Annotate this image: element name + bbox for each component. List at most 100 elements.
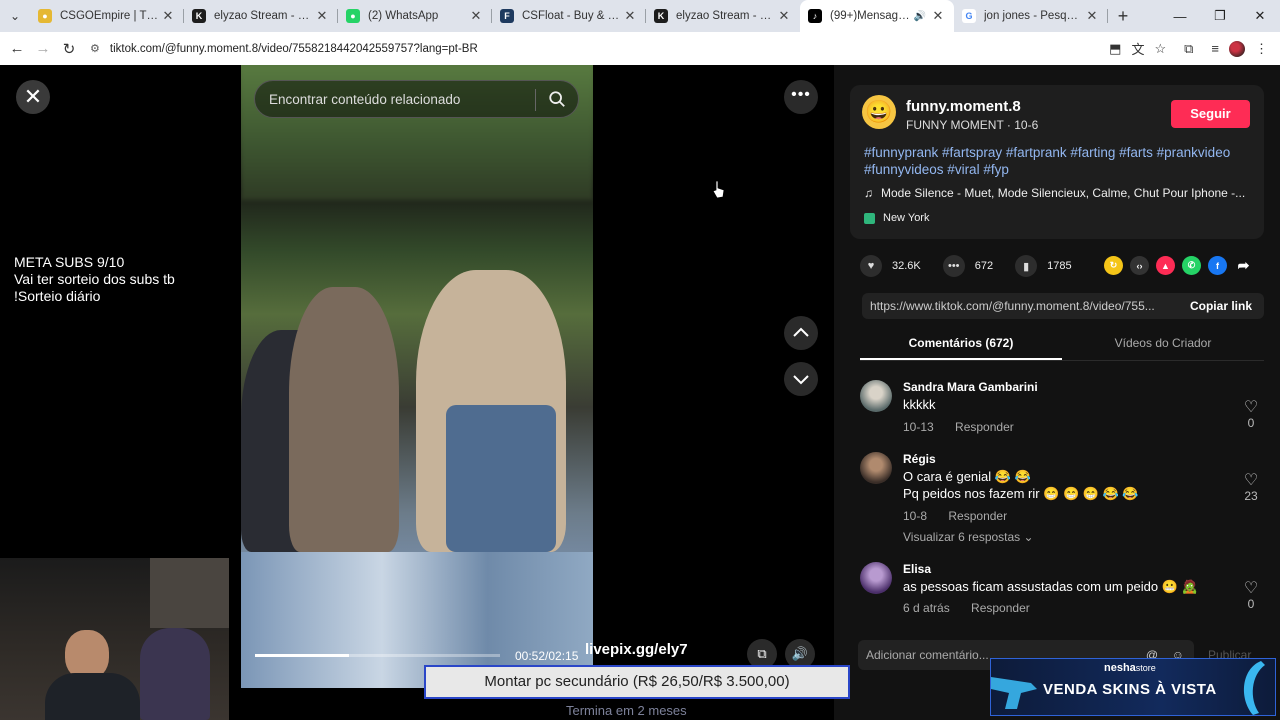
comment-like-button[interactable]: ♡ 0: [1238, 580, 1264, 612]
video-link[interactable]: https://www.tiktok.com/@funny.moment.8/v…: [862, 299, 1178, 313]
author-name[interactable]: funny.moment.8: [906, 98, 1021, 115]
comment-item: Régis O cara é genial 😂 😂 Pq peidos nos …: [860, 452, 1264, 547]
browser-tab[interactable]: ● CSGOEmpire | The most t✕: [30, 0, 184, 32]
commenter-avatar[interactable]: [860, 452, 892, 484]
livepix-link: livepix.gg/ely7: [585, 641, 688, 658]
commenter-avatar[interactable]: [860, 562, 892, 594]
tab-close-icon[interactable]: ✕: [468, 8, 484, 24]
copy-link-button[interactable]: Copiar link: [1178, 299, 1264, 313]
tab-close-icon[interactable]: ✕: [930, 8, 946, 24]
view-replies-button[interactable]: Visualizar 6 respostas ⌄: [903, 530, 1034, 544]
comment-like-count: 23: [1244, 489, 1258, 503]
site-info-icon[interactable]: ⚙: [90, 42, 100, 55]
chrome-menu-icon[interactable]: ⋮: [1255, 41, 1268, 57]
toolbar-actions: ⬒ 文 ☆ ⧉ ≡ ⋮: [1109, 39, 1268, 58]
commenter-name[interactable]: Sandra Mara Gambarini: [903, 380, 1038, 394]
tab-favicon-icon: F: [500, 9, 514, 23]
more-options-button[interactable]: •••: [784, 80, 818, 114]
browser-tab[interactable]: ♪ (99+)Mensagens | Tik🔊 ✕: [800, 0, 954, 32]
tab-close-icon[interactable]: ✕: [776, 8, 792, 24]
like-count: 32.6K: [892, 260, 921, 272]
heart-outline-icon: ♡: [1243, 472, 1259, 489]
tab-title: CSFloat - Buy & Sell CS2: [522, 10, 622, 22]
address-bar[interactable]: ⚙ tiktok.com/@funny.moment.8/video/75582…: [90, 36, 1109, 62]
browser-toolbar: ← → ↻ ⚙ tiktok.com/@funny.moment.8/video…: [0, 32, 1280, 65]
share-arrow-icon[interactable]: ➦: [1234, 256, 1253, 275]
embed-share-icon[interactable]: ‹›: [1130, 256, 1149, 275]
comment-item: Sandra Mara Gambarini kkkkk 10-13 Respon…: [860, 380, 1264, 435]
next-video-button[interactable]: [784, 362, 818, 396]
minimize-button[interactable]: —: [1160, 9, 1200, 24]
tab-search-button[interactable]: ⌄: [0, 0, 30, 32]
tab-title: CSGOEmpire | The most t: [60, 10, 160, 22]
media-control-icon[interactable]: ≡: [1211, 41, 1219, 56]
bookmark-star-icon[interactable]: ☆: [1154, 41, 1166, 57]
overlay-line: !Sorteio diário: [14, 288, 101, 304]
tab-audio-icon[interactable]: 🔊: [914, 11, 926, 22]
browser-tab[interactable]: Gjon jones - Pesquisa Goog✕: [954, 0, 1108, 32]
browser-tab[interactable]: Kelyzao Stream - Watch Li✕: [646, 0, 800, 32]
heart-outline-icon: ♡: [1243, 580, 1259, 597]
whatsapp-share-icon[interactable]: ✆: [1182, 256, 1201, 275]
profile-avatar[interactable]: [1229, 40, 1245, 57]
translate-icon[interactable]: 文: [1131, 39, 1144, 58]
search-icon[interactable]: [548, 90, 566, 108]
reload-button[interactable]: ↻: [56, 40, 82, 58]
browser-tab[interactable]: F CSFloat - Buy & Sell CS2✕: [492, 0, 646, 32]
music-note-icon: ♫: [864, 186, 873, 200]
sponsor-brand: neshastore: [1104, 662, 1156, 674]
install-app-icon[interactable]: ⬒: [1109, 41, 1121, 57]
repost-share-icon[interactable]: ↻: [1104, 256, 1123, 275]
streamer-webcam: [0, 558, 229, 720]
tab-comments[interactable]: Comentários (672): [860, 331, 1062, 360]
commenter-name[interactable]: Régis: [903, 452, 936, 466]
music-link[interactable]: ♫ Mode Silence - Muet, Mode Silencieux, C…: [864, 186, 1254, 200]
video-progress-fill: [255, 654, 350, 657]
follow-button[interactable]: Seguir: [1171, 100, 1250, 128]
music-title: Mode Silence - Muet, Mode Silencieux, Ca…: [881, 186, 1246, 200]
new-tab-button[interactable]: +: [1108, 6, 1138, 27]
reply-button[interactable]: Responder: [948, 509, 1007, 523]
forward-button[interactable]: →: [30, 40, 56, 57]
browser-tab[interactable]: Kelyzao Stream - Kick Dash✕: [184, 0, 338, 32]
facebook-share-icon[interactable]: f: [1208, 256, 1227, 275]
author-avatar[interactable]: 😀: [862, 95, 896, 129]
related-search-input[interactable]: Encontrar conteúdo relacionado: [254, 80, 579, 118]
comment-text: O cara é genial 😂 😂 Pq peidos nos fazem …: [903, 468, 1139, 502]
maximize-button[interactable]: ❐: [1200, 8, 1240, 24]
tab-creator-videos[interactable]: Vídeos do Criador: [1062, 331, 1264, 360]
comment-like-button[interactable]: ♡ 0: [1238, 400, 1264, 431]
reply-button[interactable]: Responder: [971, 601, 1030, 615]
tab-title: elyzao Stream - Kick Dash: [214, 10, 314, 22]
send-share-icon[interactable]: ▲: [1156, 256, 1175, 275]
extensions-icon[interactable]: ⧉: [1184, 41, 1193, 57]
comment-like-button[interactable]: ♡ 23: [1238, 472, 1264, 504]
location-tag[interactable]: New York: [864, 212, 929, 224]
tab-close-icon[interactable]: ✕: [1084, 8, 1100, 24]
comment-button[interactable]: ••• 672: [942, 255, 993, 277]
copy-link-box: https://www.tiktok.com/@funny.moment.8/v…: [862, 293, 1264, 319]
mouse-cursor-icon: [713, 181, 725, 199]
save-button[interactable]: ▮ 1785: [1015, 255, 1072, 277]
webcam-chair: [140, 628, 210, 720]
video-progress-bar[interactable]: [255, 654, 500, 657]
reply-button[interactable]: Responder: [955, 420, 1014, 434]
previous-video-button[interactable]: [784, 316, 818, 350]
browser-tab[interactable]: ● (2) WhatsApp ✕: [338, 0, 492, 32]
tab-favicon-icon: ●: [38, 9, 52, 23]
save-count: 1785: [1047, 260, 1072, 272]
comment-line: O cara é genial 😂 😂: [903, 469, 1031, 484]
tab-close-icon[interactable]: ✕: [160, 8, 176, 24]
video-frame[interactable]: [241, 65, 593, 688]
close-video-button[interactable]: ✕: [16, 80, 50, 114]
video-hashtags[interactable]: #funnyprank #fartspray #fartprank #farti…: [864, 144, 1254, 178]
tab-close-icon[interactable]: ✕: [622, 8, 638, 24]
like-button[interactable]: ♥ 32.6K: [860, 255, 921, 277]
close-window-button[interactable]: ✕: [1240, 8, 1280, 24]
tab-favicon-icon: ♪: [808, 9, 822, 23]
tab-list: ●CSGOEmpire | The most t✕Kelyzao Stream …: [30, 0, 1108, 32]
back-button[interactable]: ←: [4, 40, 30, 57]
tab-close-icon[interactable]: ✕: [314, 8, 330, 24]
commenter-name[interactable]: Elisa: [903, 562, 931, 576]
commenter-avatar[interactable]: [860, 380, 892, 412]
